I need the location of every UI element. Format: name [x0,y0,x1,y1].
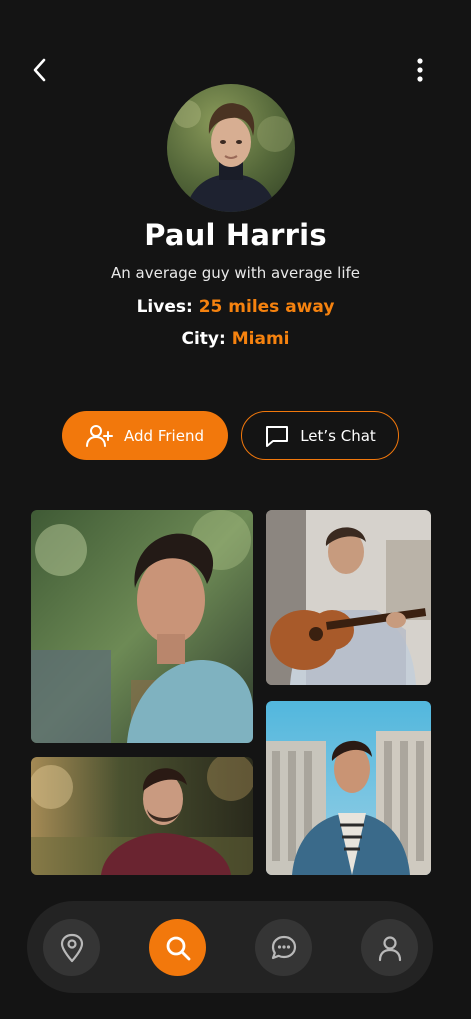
back-button[interactable] [24,54,56,86]
nav-location-button[interactable] [43,919,100,976]
more-vertical-icon [417,58,423,82]
search-icon [166,936,190,960]
profile-name: Paul Harris [144,218,327,252]
add-friend-label: Add Friend [124,426,204,445]
nav-messages-button[interactable] [255,919,312,976]
lets-chat-label: Let’s Chat [300,426,376,445]
photo-portrait-outdoor[interactable] [31,510,253,743]
nav-profile-button[interactable] [361,919,418,976]
lives-info: Lives: 25 miles away [0,297,471,317]
add-friend-button[interactable]: Add Friend [62,411,228,460]
chevron-left-icon [33,58,46,82]
location-pin-icon [60,933,83,962]
lives-label: Lives: [136,297,193,317]
photo-city[interactable] [266,701,431,875]
more-options-button[interactable] [404,54,436,86]
bottom-navigation [27,901,433,993]
chat-bubble-icon [271,935,296,959]
city-label: City: [181,329,226,349]
profile-bio: An average guy with average life [111,264,360,282]
user-icon [378,935,401,961]
city-info: City: Miami [0,329,471,349]
city-value: Miami [231,329,290,349]
lives-value: 25 miles away [198,297,335,317]
photo-guitar[interactable] [266,510,431,685]
nav-search-button[interactable] [149,919,206,976]
avatar[interactable] [167,84,295,212]
lets-chat-button[interactable]: Let’s Chat [241,411,399,460]
photo-beard-outdoor[interactable] [31,757,253,875]
user-plus-icon [86,424,114,447]
message-square-icon [266,425,289,447]
